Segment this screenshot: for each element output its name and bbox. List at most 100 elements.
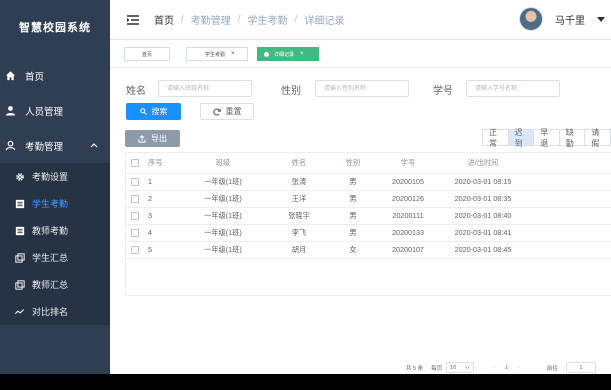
sidebar-item-label: 考勤设置 — [32, 172, 69, 182]
chart-icon — [14, 306, 25, 317]
breadcrumb-item-attendance[interactable]: 考勤管理 — [191, 12, 231, 27]
close-icon[interactable]: × — [231, 51, 235, 57]
sidebar-item-label: 学生汇总 — [32, 253, 69, 263]
cell-spacer — [528, 207, 611, 225]
gender-label: 性别 — [281, 86, 301, 97]
sidebar-item-label: 首页 — [25, 71, 45, 83]
prev-page-button[interactable]: ‹ — [493, 365, 495, 371]
tag-home[interactable]: 首页 — [124, 47, 170, 61]
table-row[interactable]: 1 一年级(1班) 张涛 男 20200105 2020-03-01 08:15 — [126, 173, 611, 191]
sidebar-item-attendance[interactable]: 考勤管理 — [0, 128, 110, 163]
sidebar-item-teacher-summary[interactable]: 教师汇总 — [0, 271, 110, 298]
tag-label: 学生考勤 — [205, 51, 226, 58]
gender-input[interactable] — [315, 80, 409, 97]
reset-button-label: 重置 — [225, 107, 242, 116]
page-size-select[interactable]: 每页 10 — [431, 362, 475, 373]
cell-name: 胡月 — [270, 241, 328, 259]
status-tab-normal[interactable]: 正常 — [482, 128, 509, 148]
refresh-icon — [212, 107, 221, 116]
breadcrumb-item-home[interactable]: 首页 — [154, 12, 174, 27]
breadcrumb-item-student-attendance[interactable]: 学生考勤 — [248, 12, 288, 27]
cell-class: 一年级(1班) — [176, 207, 270, 225]
page-number-current[interactable]: 1 — [505, 365, 508, 371]
cell-name: 张涛 — [270, 173, 328, 191]
select-all-cell — [126, 153, 144, 174]
search-button-label: 搜索 — [151, 107, 168, 116]
cell-spacer — [528, 241, 611, 259]
status-tab-early-leave[interactable]: 早退 — [533, 128, 560, 148]
cell-class: 一年级(1班) — [176, 190, 270, 208]
sidebar-item-home[interactable]: 首页 — [0, 58, 110, 93]
sidebar: 智慧校园系统 首页 人员管理 考勤管理 考勤设置 学生考勤 教师考勤 学生汇总 … — [0, 0, 110, 374]
row-checkbox-cell — [126, 173, 144, 191]
sidebar-item-student-summary[interactable]: 学生汇总 — [0, 244, 110, 271]
page-size-dropdown[interactable]: 10 — [446, 362, 475, 373]
list-icon — [14, 225, 25, 236]
sidebar-item-ranking[interactable]: 对比排名 — [0, 298, 110, 325]
user-name[interactable]: 马千里 — [555, 12, 585, 27]
search-button[interactable]: 搜索 — [126, 103, 181, 120]
column-header-gender: 性别 — [328, 153, 378, 174]
cell-student-no: 20200111 — [378, 207, 438, 225]
row-checkbox[interactable] — [131, 195, 139, 204]
row-checkbox-cell — [126, 241, 144, 259]
sidebar-item-attendance-settings[interactable]: 考勤设置 — [0, 163, 110, 190]
close-icon[interactable]: × — [300, 51, 304, 57]
sidebar-item-teacher-attendance[interactable]: 教师考勤 — [0, 217, 110, 244]
sidebar-item-label: 人员管理 — [25, 106, 64, 118]
row-checkbox[interactable] — [131, 212, 139, 221]
student-no-input[interactable] — [466, 80, 560, 97]
hamburger-icon[interactable] — [126, 14, 140, 26]
goto-page-input[interactable]: 1 — [565, 362, 596, 373]
sidebar-item-student-attendance[interactable]: 学生考勤 — [0, 190, 110, 217]
next-page-button[interactable]: › — [518, 365, 520, 371]
status-tab-late[interactable]: 迟到 — [507, 128, 535, 148]
cell-spacer — [528, 173, 611, 191]
sidebar-item-label: 教师汇总 — [32, 280, 69, 290]
list-icon — [14, 198, 25, 209]
cell-name: 张晓宇 — [270, 207, 328, 225]
column-header-class: 班级 — [176, 153, 270, 174]
sidebar-item-label: 教师考勤 — [32, 226, 69, 236]
app-title: 智慧校园系统 — [19, 22, 91, 34]
status-tab-absent[interactable]: 缺勤 — [558, 128, 586, 148]
row-checkbox[interactable] — [131, 246, 139, 255]
cell-gender: 男 — [328, 207, 378, 225]
cell-name: 李飞 — [270, 224, 328, 242]
sidebar-item-personnel[interactable]: 人员管理 — [0, 93, 110, 128]
table-row[interactable]: 2 一年级(1班) 王洋 男 20200126 2020-03-01 08:35 — [126, 190, 611, 208]
table-header-row: 序号 班级 姓名 性别 学号 进/出时间 — [126, 153, 611, 174]
tag-student-attendance[interactable]: 学生考勤 × — [186, 47, 248, 61]
cell-gender: 男 — [328, 224, 378, 242]
user-menu[interactable]: 马千里 — [519, 7, 605, 31]
column-header-index: 序号 — [144, 153, 176, 174]
table-row[interactable]: 4 一年级(1班) 李飞 男 20200133 2020-03-01 08:41 — [126, 224, 611, 242]
cell-index: 3 — [144, 207, 176, 225]
row-checkbox[interactable] — [131, 229, 139, 238]
export-button-label: 导出 — [151, 134, 167, 143]
select-all-checkbox[interactable] — [131, 159, 139, 168]
table-row[interactable]: 5 一年级(1班) 胡月 女 20200107 2020-03-01 08:45 — [126, 241, 611, 259]
column-header-name: 姓名 — [270, 153, 328, 174]
reset-button[interactable]: 重置 — [200, 103, 254, 120]
tag-label: 首页 — [141, 51, 152, 58]
table-row[interactable]: 3 一年级(1班) 张晓宇 男 20200111 2020-03-01 08:4… — [126, 207, 611, 225]
cell-index: 4 — [144, 224, 176, 242]
row-checkbox[interactable] — [131, 178, 139, 187]
export-button[interactable]: 导出 — [125, 130, 180, 147]
name-input[interactable] — [158, 80, 252, 97]
sidebar-item-label: 学生考勤 — [32, 199, 69, 209]
caret-down-icon[interactable] — [597, 15, 605, 24]
user-icon — [4, 105, 16, 117]
attendance-icon — [4, 140, 16, 152]
avatar[interactable] — [519, 7, 543, 31]
status-tab-leave[interactable]: 请假 — [584, 128, 611, 148]
cell-name: 王洋 — [270, 190, 328, 208]
tag-detail[interactable]: 详细记录 × — [257, 47, 319, 61]
cell-index: 2 — [144, 190, 176, 208]
breadcrumb: 首页 / 考勤管理 / 学生考勤 / 详细记录 — [154, 12, 344, 27]
row-checkbox-cell — [126, 224, 144, 242]
sidebar-item-label: 对比排名 — [32, 307, 69, 317]
cell-time: 2020-03-01 08:40 — [438, 207, 528, 225]
cell-index: 5 — [144, 241, 176, 259]
